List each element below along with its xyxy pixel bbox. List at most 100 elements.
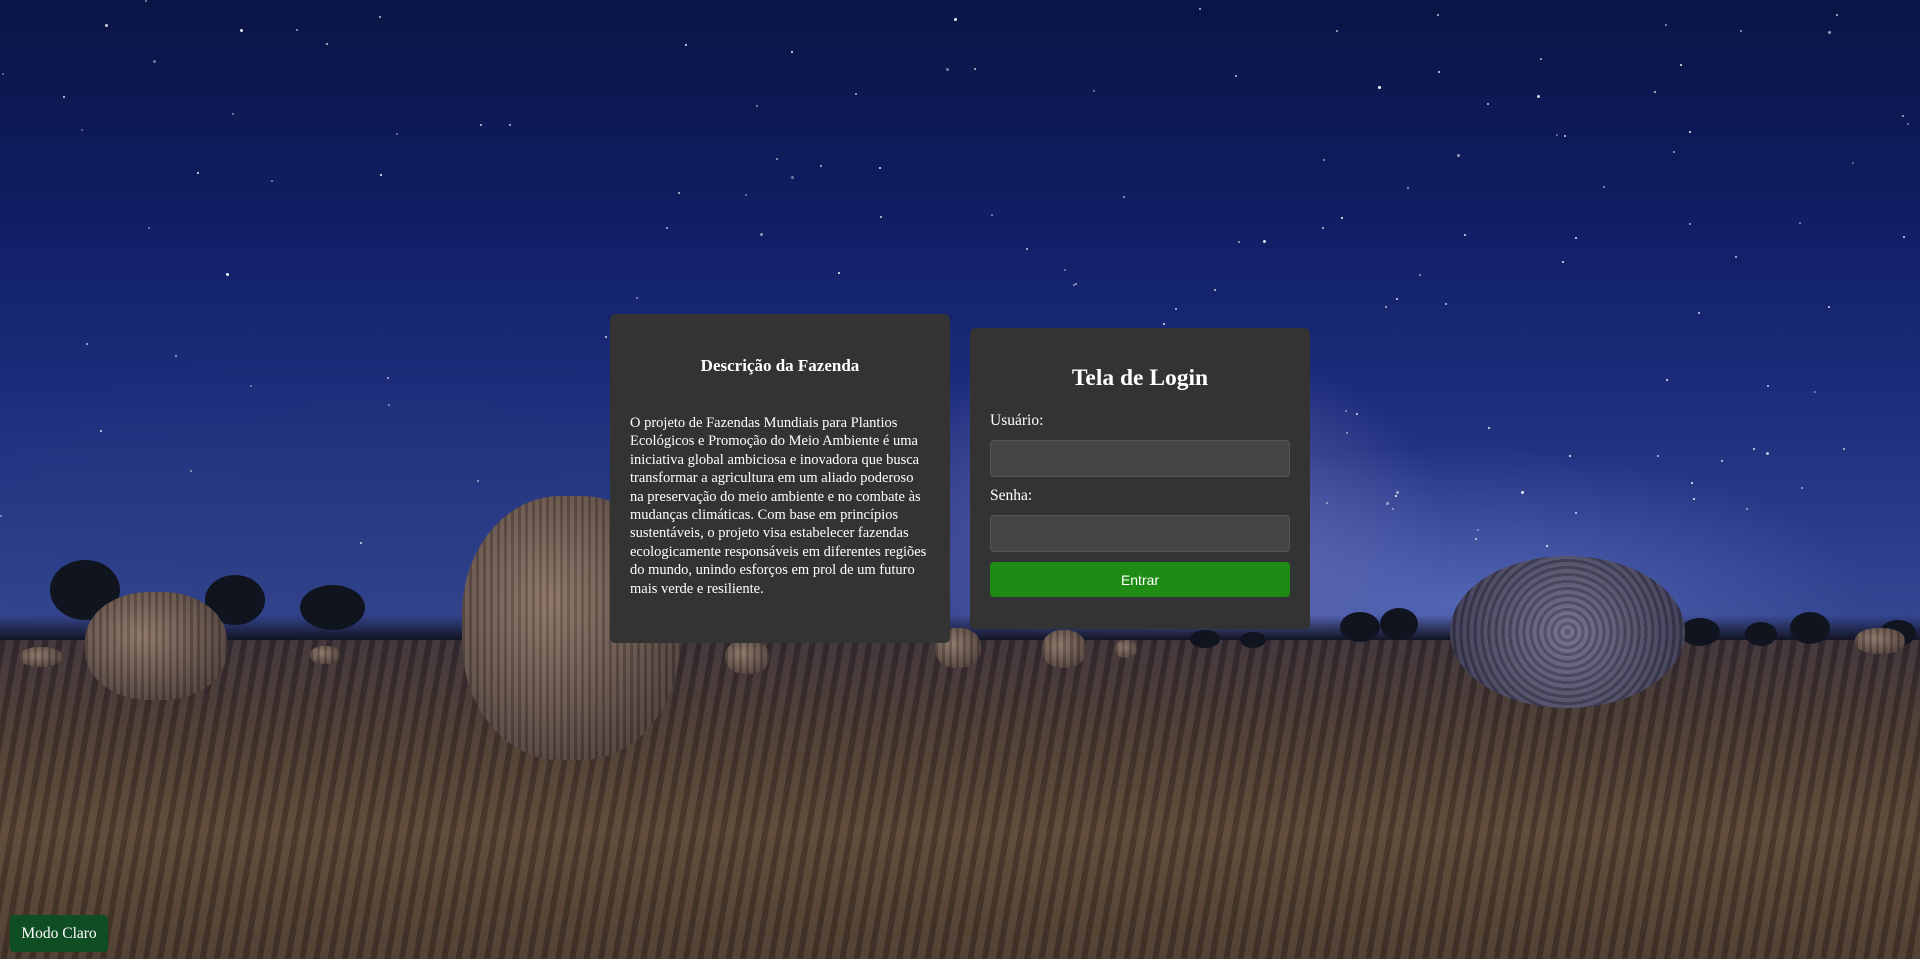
- star: [240, 29, 243, 32]
- star: [1654, 91, 1656, 93]
- star: [1843, 448, 1845, 450]
- star: [1665, 24, 1667, 26]
- star: [1475, 538, 1477, 540]
- star: [1263, 240, 1266, 243]
- star: [1163, 323, 1165, 325]
- tree: [1790, 612, 1830, 644]
- star: [745, 194, 747, 196]
- star: [1075, 283, 1077, 285]
- star: [1326, 502, 1328, 504]
- star: [145, 0, 147, 2]
- star: [1740, 30, 1742, 32]
- login-submit-button[interactable]: Entrar: [990, 562, 1290, 597]
- tree: [1340, 612, 1380, 642]
- login-panel: Tela de Login Usuário: Senha: Entrar: [970, 328, 1310, 629]
- star: [1336, 30, 1338, 32]
- star: [388, 404, 390, 406]
- star: [1556, 134, 1558, 136]
- star: [1903, 236, 1905, 238]
- star: [197, 172, 199, 174]
- star: [954, 18, 957, 21]
- star: [1698, 312, 1700, 314]
- hay-bale: [1855, 628, 1905, 654]
- star: [1445, 303, 1447, 305]
- star: [1537, 95, 1540, 98]
- star: [86, 343, 88, 345]
- hay-bale: [85, 592, 227, 700]
- star: [148, 227, 150, 229]
- star: [1721, 460, 1723, 462]
- star: [1064, 269, 1066, 271]
- star: [760, 233, 763, 236]
- star: [387, 377, 389, 379]
- light-mode-toggle-button[interactable]: Modo Claro: [10, 915, 108, 952]
- star: [991, 214, 993, 216]
- star: [175, 355, 177, 357]
- tree: [1745, 622, 1777, 646]
- star: [153, 60, 156, 63]
- star: [1396, 298, 1398, 300]
- tree: [300, 585, 365, 630]
- star: [685, 44, 687, 46]
- star: [1540, 58, 1542, 60]
- star: [605, 336, 607, 338]
- star: [1407, 187, 1409, 189]
- star: [232, 113, 234, 115]
- star: [226, 273, 229, 276]
- star: [1487, 103, 1489, 105]
- star: [63, 96, 65, 98]
- star: [1175, 308, 1177, 310]
- star: [1199, 8, 1201, 10]
- tree: [1190, 630, 1220, 648]
- star: [1735, 256, 1737, 258]
- hay-bale: [310, 646, 340, 664]
- star: [855, 93, 857, 95]
- hay-bale: [20, 647, 62, 667]
- star: [1569, 455, 1571, 457]
- star: [326, 43, 328, 45]
- star: [1902, 115, 1904, 117]
- star: [756, 105, 758, 107]
- star: [81, 129, 83, 131]
- star: [1689, 131, 1691, 133]
- star: [879, 167, 881, 169]
- star: [946, 68, 949, 71]
- password-input[interactable]: [990, 515, 1290, 552]
- star: [1801, 487, 1803, 489]
- star: [480, 124, 482, 126]
- star: [1521, 491, 1524, 494]
- star: [1575, 237, 1577, 239]
- star: [509, 124, 511, 126]
- star: [1746, 508, 1748, 510]
- star: [0, 515, 2, 517]
- tree: [1680, 618, 1720, 646]
- star: [1345, 410, 1347, 412]
- star: [1753, 448, 1755, 450]
- star: [1235, 75, 1237, 77]
- star: [880, 216, 882, 218]
- star: [380, 174, 382, 176]
- star: [477, 480, 479, 482]
- star: [666, 227, 668, 229]
- star: [1386, 502, 1389, 505]
- star: [2, 73, 4, 75]
- star: [1693, 498, 1695, 500]
- hay-bale: [1042, 630, 1086, 668]
- star: [1464, 234, 1466, 236]
- star: [1691, 482, 1693, 484]
- hay-bale: [1450, 556, 1685, 708]
- star: [1346, 432, 1348, 434]
- star: [100, 430, 102, 432]
- star: [838, 272, 840, 274]
- username-label: Usuário:: [990, 412, 1044, 429]
- star: [396, 133, 398, 135]
- hay-bale: [725, 640, 769, 674]
- username-input[interactable]: [990, 440, 1290, 477]
- star: [360, 542, 362, 544]
- star: [1488, 427, 1490, 429]
- star: [1093, 90, 1095, 92]
- star: [1799, 222, 1801, 224]
- star: [1378, 86, 1381, 89]
- hay-bale: [1115, 640, 1137, 658]
- star: [776, 158, 778, 160]
